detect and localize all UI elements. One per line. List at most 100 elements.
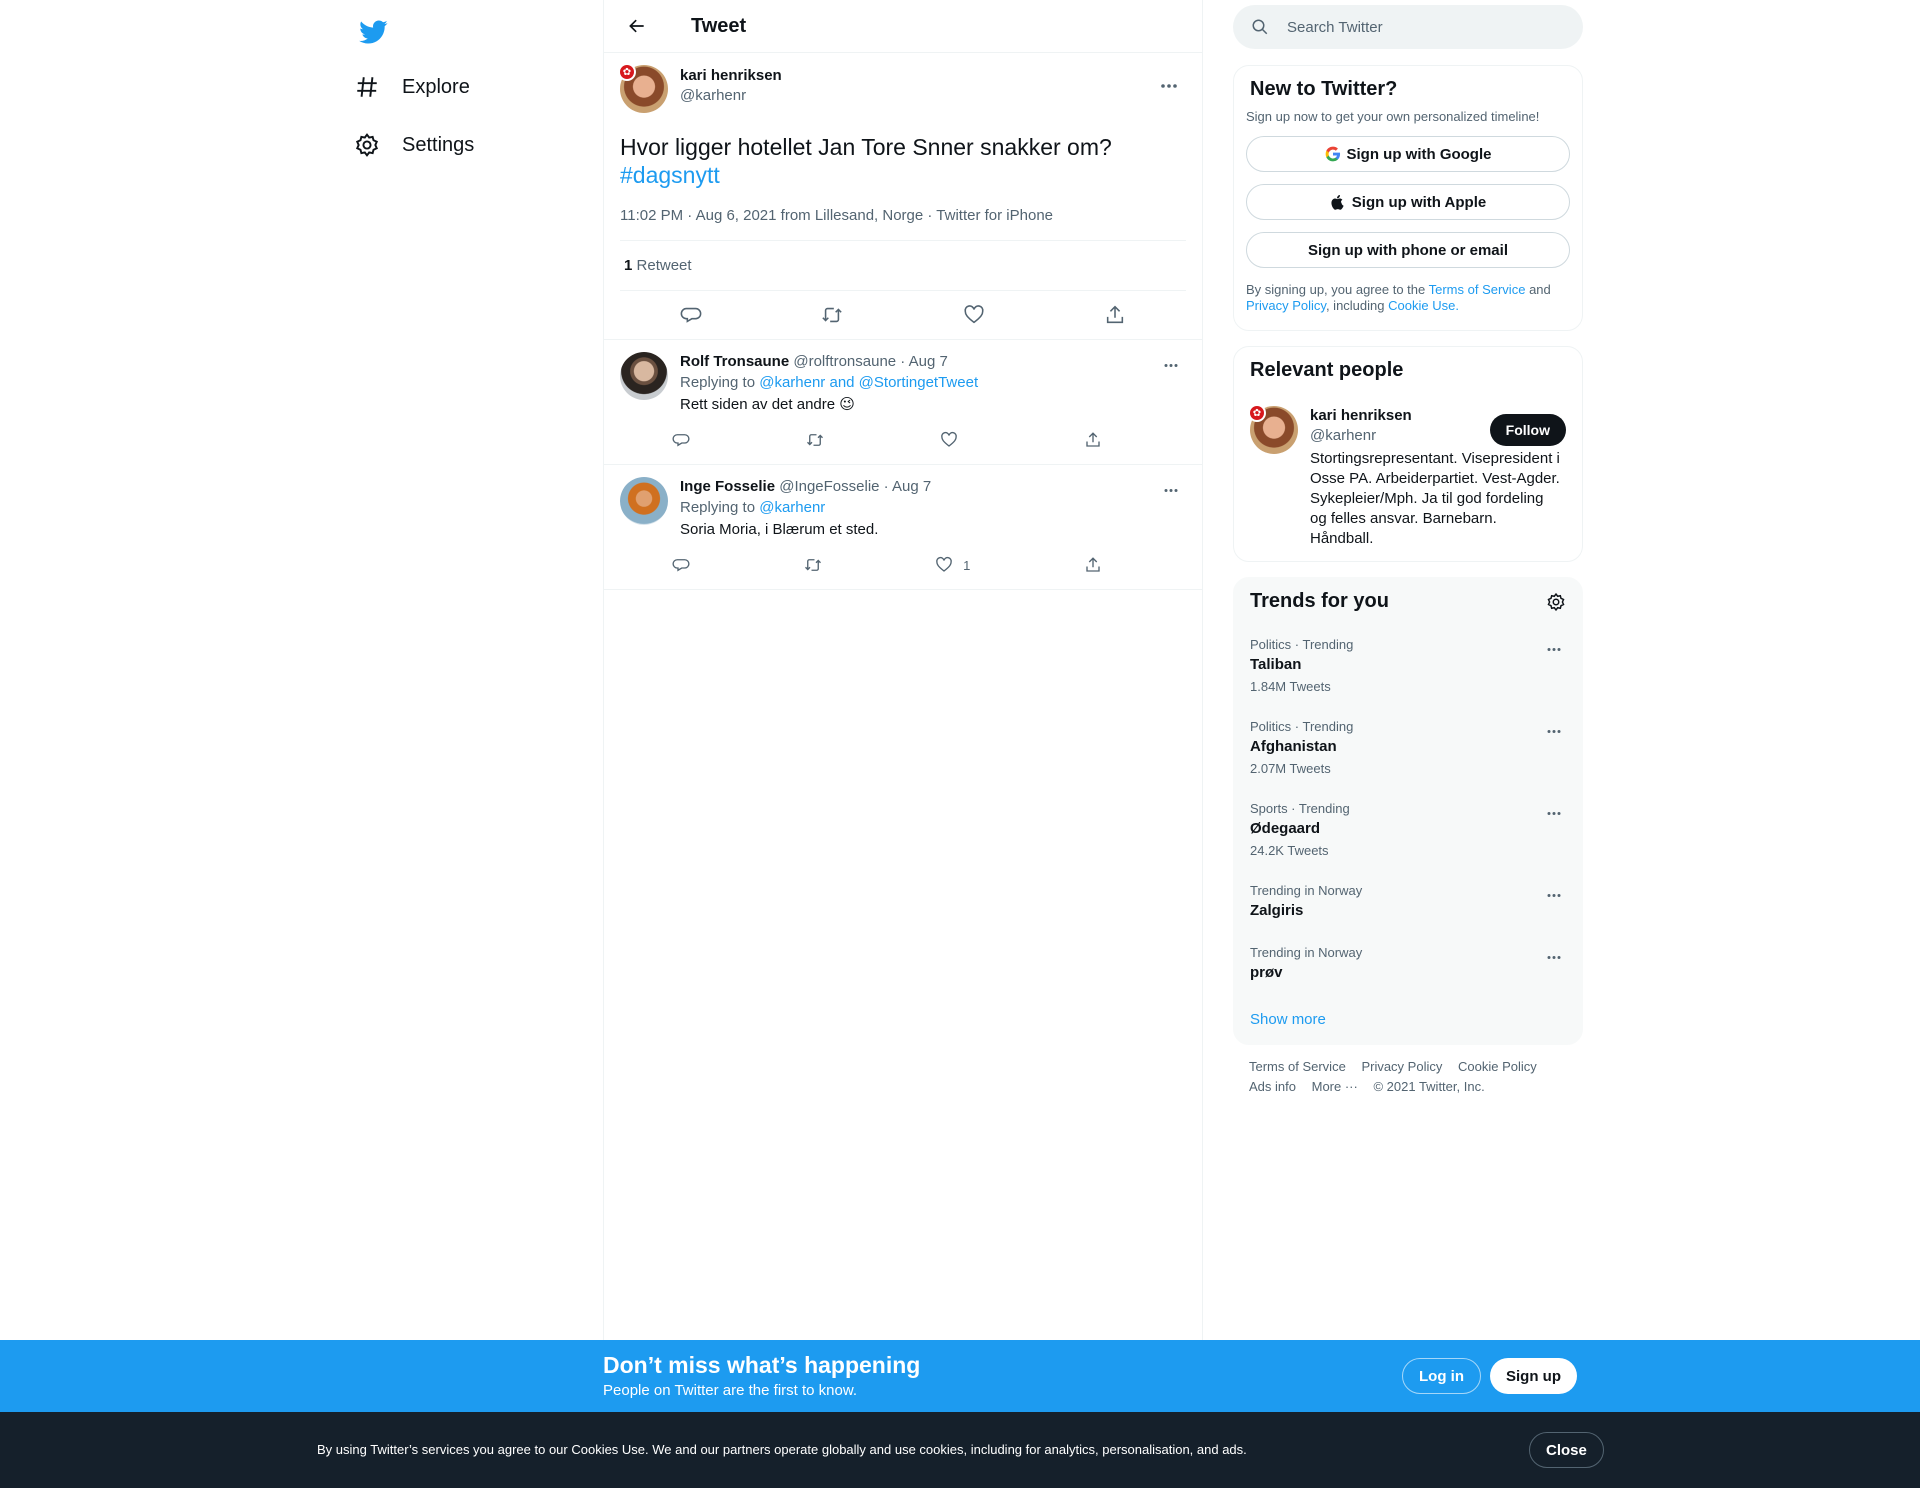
retweet-icon[interactable]	[806, 431, 824, 449]
trend-item[interactable]: Sports · Trending Ødegaard 24.2K Tweets	[1234, 789, 1582, 871]
signup-subtitle: Sign up now to get your own personalized…	[1246, 109, 1540, 124]
twitter-logo-icon[interactable]	[351, 10, 395, 54]
reply-tweet[interactable]: Inge Fosselie @IngeFosselie · Aug 7 Repl…	[604, 465, 1202, 590]
footer-cookie-link[interactable]: Cookie Policy	[1458, 1059, 1537, 1074]
avatar[interactable]: ✿	[1248, 404, 1298, 454]
hashtag-icon	[352, 72, 382, 102]
reply-icon[interactable]	[673, 297, 709, 333]
tweet-stats[interactable]: 1 Retweet	[620, 241, 1186, 291]
more-options-icon[interactable]	[1540, 881, 1568, 909]
footer-more-link[interactable]: More ···	[1312, 1079, 1358, 1094]
avatar[interactable]	[620, 352, 668, 400]
party-badge-icon: ✿	[1248, 404, 1266, 422]
reply-actions: 1	[672, 549, 1102, 581]
trend-context: Politics · Trending	[1250, 719, 1354, 734]
apple-icon	[1330, 193, 1346, 211]
footer-terms-link[interactable]: Terms of Service	[1249, 1059, 1346, 1074]
signup-legal: By signing up, you agree to the Terms of…	[1234, 268, 1582, 330]
search-input[interactable]	[1287, 18, 1547, 36]
banner-subtitle: People on Twitter are the first to know.	[603, 1382, 858, 1399]
terms-link[interactable]: Terms of Service	[1429, 282, 1526, 297]
more-options-icon[interactable]	[1156, 475, 1186, 505]
nav-item-settings[interactable]: Settings	[340, 119, 486, 171]
nav-item-explore[interactable]: Explore	[340, 61, 482, 113]
replying-prefix: Replying to	[680, 374, 756, 391]
tweet-meta[interactable]: 11:02 PM · Aug 6, 2021 from Lillesand, N…	[620, 207, 1186, 241]
search-box[interactable]	[1233, 5, 1583, 49]
avatar[interactable]: ✿	[618, 63, 668, 113]
legal-prefix: By signing up, you agree to the	[1246, 282, 1426, 297]
tweet-body: Hvor ligger hotellet Jan Tore Snner snak…	[620, 134, 1112, 160]
more-options-icon[interactable]	[1156, 350, 1186, 380]
footer-copyright: © 2021 Twitter, Inc.	[1373, 1079, 1485, 1094]
reply-author-handle[interactable]: @IngeFosselie · Aug 7	[779, 478, 931, 495]
trend-item[interactable]: Trending in Norway prøv	[1234, 933, 1582, 995]
trend-count: 2.07M Tweets	[1250, 761, 1331, 776]
cookie-link[interactable]: Cookie Use.	[1388, 298, 1459, 313]
reply-author-name[interactable]: Inge Fosselie	[680, 478, 775, 495]
author-handle[interactable]: @karhenr	[680, 86, 782, 106]
tweet-text: Hvor ligger hotellet Jan Tore Snner snak…	[620, 133, 1186, 189]
retweet-icon[interactable]	[804, 556, 822, 574]
footer-privacy-link[interactable]: Privacy Policy	[1361, 1059, 1442, 1074]
like-icon[interactable]	[956, 297, 992, 333]
trend-item[interactable]: Trending in Norway Zalgiris	[1234, 871, 1582, 933]
legal-including: , including	[1325, 298, 1385, 313]
signup-button[interactable]: Sign up	[1490, 1358, 1577, 1394]
share-icon[interactable]	[1097, 297, 1133, 333]
trend-context: Sports · Trending	[1250, 801, 1350, 816]
right-sidebar: New to Twitter? Sign up now to get your …	[1233, 0, 1583, 1109]
page-title: Tweet	[691, 14, 747, 37]
cookie-text: By using Twitter’s services you agree to…	[317, 1442, 1247, 1457]
reply-author-name[interactable]: Rolf Tronsaune	[680, 353, 789, 370]
footer-ads-link[interactable]: Ads info	[1249, 1079, 1296, 1094]
signup-banner: Don’t miss what’s happening People on Tw…	[0, 1340, 1920, 1412]
more-options-icon[interactable]	[1540, 943, 1568, 971]
like-icon[interactable]	[940, 431, 968, 449]
retweet-count: 1	[624, 257, 633, 274]
relevant-title: Relevant people	[1250, 359, 1404, 381]
reply-icon[interactable]	[672, 431, 690, 449]
person-card[interactable]: ✿ kari henriksen @karhenr Stortingsrepre…	[1234, 394, 1582, 561]
share-icon[interactable]	[1084, 431, 1102, 449]
like-icon[interactable]: 1	[935, 556, 970, 574]
banner-title: Don’t miss what’s happening	[603, 1352, 921, 1378]
author-name[interactable]: kari henriksen	[680, 66, 782, 86]
trend-count: 1.84M Tweets	[1250, 679, 1331, 694]
more-options-icon[interactable]	[1540, 635, 1568, 663]
hashtag-link[interactable]: #dagsnytt	[620, 162, 720, 188]
trends-title: Trends for you	[1250, 590, 1389, 612]
party-badge-icon: ✿	[618, 63, 636, 81]
follow-button[interactable]: Follow	[1489, 414, 1566, 446]
signup-phone-button[interactable]: Sign up with phone or email	[1246, 232, 1570, 268]
avatar[interactable]	[620, 477, 668, 525]
trend-name: prøv	[1250, 964, 1283, 981]
show-more-link[interactable]: Show more	[1234, 995, 1582, 1044]
trend-name: Ødegaard	[1250, 820, 1321, 837]
cookie-close-button[interactable]: Close	[1529, 1432, 1604, 1468]
reply-icon[interactable]	[672, 556, 690, 574]
main-column: Tweet ✿ kari henriksen @karhenr Hvor lig…	[603, 0, 1203, 1340]
signup-google-button[interactable]: Sign up with Google	[1246, 136, 1570, 172]
reply-tweet[interactable]: Rolf Tronsaune @rolftronsaune · Aug 7 Re…	[604, 340, 1202, 465]
back-button[interactable]	[620, 9, 654, 43]
trend-item[interactable]: Politics · Trending Taliban 1.84M Tweets	[1234, 625, 1582, 707]
retweet-icon[interactable]	[814, 297, 850, 333]
more-options-icon[interactable]	[1540, 717, 1568, 745]
replying-to-link[interactable]: @karhenr	[759, 499, 825, 516]
more-options-icon[interactable]	[1152, 69, 1186, 103]
privacy-link[interactable]: Privacy Policy	[1246, 298, 1326, 313]
more-options-icon[interactable]	[1540, 799, 1568, 827]
login-button[interactable]: Log in	[1402, 1358, 1481, 1394]
trend-item[interactable]: Politics · Trending Afghanistan 2.07M Tw…	[1234, 707, 1582, 789]
replying-to-link[interactable]: @karhenr and @StortingetTweet	[759, 374, 978, 391]
cookie-bar: By using Twitter’s services you agree to…	[0, 1412, 1920, 1488]
share-icon[interactable]	[1084, 556, 1102, 574]
trend-name: Zalgiris	[1250, 902, 1304, 919]
gear-icon[interactable]	[1546, 592, 1566, 612]
gear-icon	[352, 130, 382, 160]
trends-panel: Trends for you Politics · Trending Talib…	[1233, 577, 1583, 1045]
reply-author-handle[interactable]: @rolftronsaune · Aug 7	[793, 353, 947, 370]
signup-apple-button[interactable]: Sign up with Apple	[1246, 184, 1570, 220]
trend-name: Taliban	[1250, 656, 1302, 673]
